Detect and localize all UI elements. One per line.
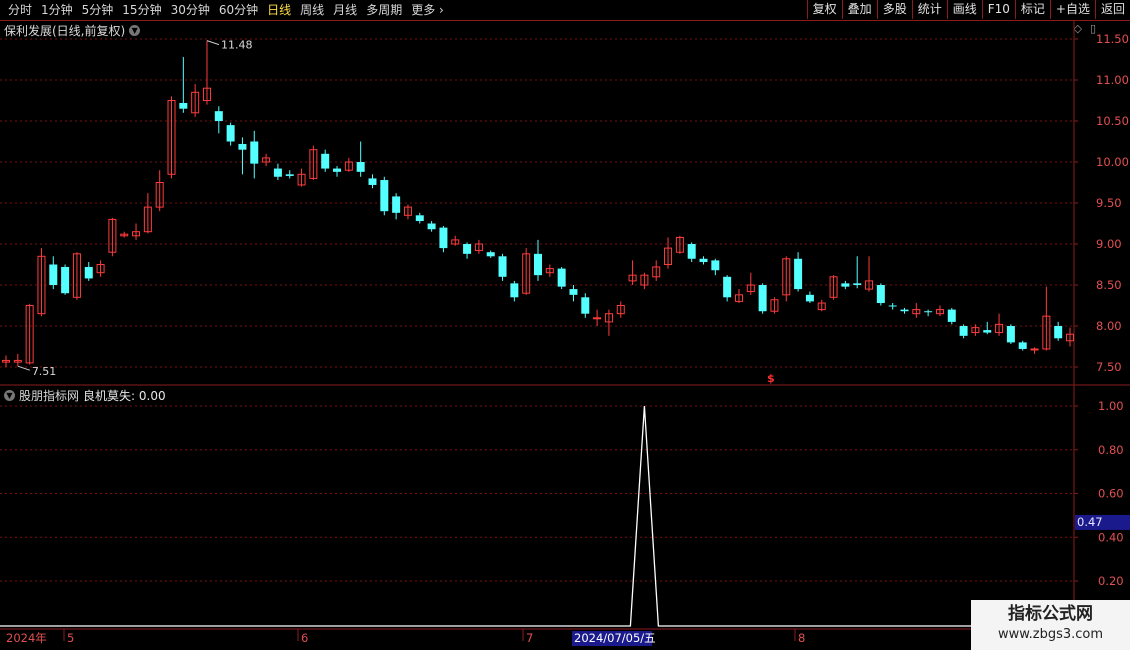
candle-body — [557, 268, 566, 287]
month-label: 7 — [526, 631, 533, 645]
watermark: 指标公式网 www.zbgs3.com — [971, 600, 1130, 650]
candle-body — [214, 111, 223, 121]
date-axis-year: 2024年 — [6, 631, 47, 645]
candle-body — [983, 330, 992, 333]
candle-body — [226, 125, 235, 142]
high-pointer — [206, 40, 220, 46]
candle-body — [49, 264, 58, 285]
price-tick-label: 7.50 — [1096, 360, 1122, 374]
candle-body — [711, 260, 720, 271]
candle-body — [758, 285, 767, 312]
price-tick-label: 11.00 — [1096, 73, 1129, 87]
candle-body — [486, 252, 495, 257]
low-label: 7.51 — [32, 365, 56, 378]
candle-body — [463, 244, 472, 254]
candle-body — [368, 178, 377, 185]
price-tick-label: 11.50 — [1096, 32, 1129, 46]
low-pointer — [17, 365, 30, 371]
chart-canvas[interactable]: 11.50 11.00 10.50 10.00 9.50 9.00 8.50 8.00 7.50… — [0, 0, 1130, 650]
candle-body — [900, 309, 909, 312]
candle-body — [238, 143, 247, 150]
candle-body — [285, 174, 294, 176]
candle-body — [888, 305, 897, 307]
watermark-url: www.zbgs3.com — [997, 627, 1104, 642]
indicator-tick-label: 0.20 — [1098, 574, 1124, 588]
candle-body — [84, 266, 93, 279]
candle-body — [321, 153, 330, 169]
candle-body — [876, 285, 885, 304]
price-tick-label: 8.50 — [1096, 278, 1122, 292]
candle-body — [853, 283, 862, 285]
month-label: 6 — [301, 631, 308, 645]
price-tick-label: 10.50 — [1096, 114, 1129, 128]
month-label: 5 — [67, 631, 74, 645]
candle-body — [439, 227, 448, 249]
price-tick-label: 9.50 — [1096, 196, 1122, 210]
candle-body — [498, 256, 507, 277]
candle-body — [1006, 326, 1015, 343]
high-label: 11.48 — [221, 39, 253, 52]
cursor-date-label: 2024/07/05/五 — [574, 631, 656, 645]
candle-body — [61, 266, 70, 294]
candle-body — [510, 283, 519, 298]
signal-line — [0, 405, 1074, 627]
candle-body — [1018, 342, 1027, 349]
price-tick-label: 10.00 — [1096, 155, 1129, 169]
candle-body — [593, 317, 602, 320]
price-tick-label: 8.00 — [1096, 319, 1122, 333]
candle-body — [427, 223, 436, 230]
price-tick-label: 9.00 — [1096, 237, 1122, 251]
indicator-tick-label: 0.60 — [1098, 487, 1124, 501]
candle-body — [392, 196, 401, 213]
watermark-title: 指标公式网 — [1008, 604, 1093, 624]
candle-body — [924, 311, 933, 313]
candle-body — [273, 168, 282, 177]
dollar-marker: $ — [767, 372, 775, 385]
month-label: 8 — [798, 631, 805, 645]
candle-body — [794, 258, 803, 290]
candle-body — [947, 309, 956, 322]
candle-body — [179, 102, 188, 109]
indicator-tick-label: 1.00 — [1098, 399, 1124, 413]
candle-body — [581, 297, 590, 314]
candle-body — [699, 258, 708, 263]
candle-body — [841, 283, 850, 287]
indicator-tick-label: 0.80 — [1098, 443, 1124, 457]
candle-body — [1030, 348, 1039, 351]
indicator-current-value: 0.47 — [1077, 515, 1103, 529]
candle-body — [959, 326, 968, 336]
candle-body — [569, 289, 578, 295]
candle-body — [333, 168, 342, 172]
candle-body — [415, 215, 424, 222]
candle-body — [1054, 326, 1063, 339]
candle-body — [356, 162, 365, 172]
candle-body — [250, 141, 259, 164]
candle-body — [723, 276, 732, 298]
candle-body — [380, 180, 389, 212]
candle-body — [687, 244, 696, 259]
candle-body — [805, 294, 814, 302]
indicator-tick-label: 0.40 — [1098, 530, 1124, 544]
candle-body — [534, 253, 542, 276]
